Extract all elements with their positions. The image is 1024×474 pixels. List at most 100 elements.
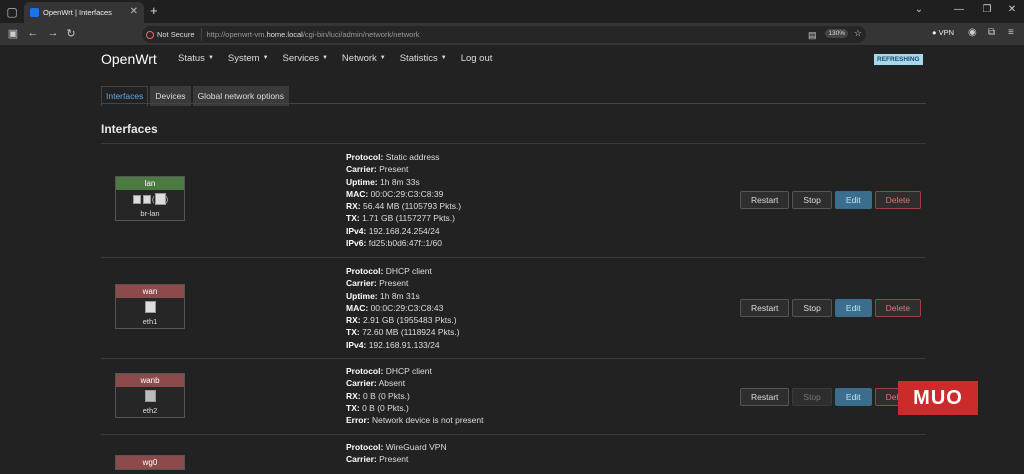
interface-row-wanb: wanb eth2 Protocol: DHCP client Carrier:… (101, 358, 926, 434)
interface-details: Protocol: DHCP client Carrier: Present U… (346, 265, 460, 351)
label-rx: RX: (346, 315, 361, 326)
menu-icon[interactable]: ≡ (1008, 27, 1014, 38)
value-rx: 56.44 MB (1105793 Pkts.) (363, 201, 462, 212)
tab-divider (101, 103, 926, 104)
menu-statistics[interactable]: Statistics ▼ (400, 53, 447, 64)
restart-button[interactable]: Restart (740, 388, 790, 406)
delete-button[interactable]: Delete (874, 299, 922, 317)
interface-row-lan: lan () br-lan Protocol: Static address C… (101, 143, 926, 257)
value-protocol: WireGuard VPN (385, 442, 447, 452)
label-mac: MAC: (346, 302, 369, 313)
brand-logo[interactable]: OpenWrt (101, 51, 157, 67)
stop-button[interactable]: Stop (792, 388, 832, 406)
refreshing-badge[interactable]: REFRESHING (874, 54, 923, 65)
security-label: Not Secure (157, 30, 195, 39)
value-rx: 2.91 GB (1955483 Pkts.) (363, 315, 457, 326)
caret-down-icon: ▼ (379, 55, 386, 62)
interface-actions: Restart Stop Edit Delete (740, 388, 924, 406)
ethernet-port-icon (116, 298, 184, 316)
delete-button[interactable]: Delete (874, 191, 922, 209)
reload-icon[interactable]: ↻ (64, 27, 78, 40)
caret-down-icon: ▼ (440, 55, 447, 62)
caret-down-icon: ▼ (262, 55, 269, 62)
interface-badge[interactable]: lan () br-lan (115, 176, 185, 221)
value-tx: 72.60 MB (1118924 Pkts.) (362, 327, 460, 338)
label-ipv4: IPv4: (346, 225, 367, 236)
port-icon (142, 194, 151, 204)
label-error: Error: (346, 415, 370, 426)
restore-icon[interactable]: ❐ (978, 4, 996, 15)
caret-down-icon: ▼ (321, 55, 328, 62)
interface-badge[interactable]: wan eth1 (115, 284, 185, 329)
muo-watermark-logo: MUO (898, 381, 978, 415)
value-protocol: DHCP client (385, 266, 432, 276)
address-bar[interactable]: Not Secure http://openwrt-vm.home.local/… (142, 26, 866, 43)
value-ipv6: fd25:b0d6:47f::1/60 (368, 238, 442, 249)
close-tab-icon[interactable]: ✕ (130, 6, 138, 17)
label-rx: RX: (346, 201, 361, 212)
tab-actions-icon[interactable]: ▢ (4, 4, 20, 20)
openwrt-page: OpenWrt Status ▼ System ▼ Services ▼ Networ… (0, 45, 1024, 470)
label-tx: TX: (346, 327, 360, 338)
value-error: Network device is not present (372, 415, 484, 426)
edit-button[interactable]: Edit (834, 388, 872, 406)
security-indicator[interactable]: Not Secure (142, 28, 202, 41)
menu-label: Services (282, 53, 319, 64)
openwrt-favicon-icon (30, 8, 39, 17)
port-icon (144, 390, 156, 402)
stop-button[interactable]: Stop (792, 299, 832, 317)
vpn-button[interactable]: ● VPN (932, 28, 954, 37)
forward-icon[interactable]: → (46, 27, 60, 39)
interface-badge[interactable]: wanb eth2 (115, 373, 185, 418)
caret-down-icon: ▼ (207, 55, 214, 62)
profile-icon[interactable]: ◉ (968, 27, 977, 38)
value-protocol: DHCP client (385, 366, 432, 376)
menu-status[interactable]: Status ▼ (178, 53, 214, 64)
interface-details: Protocol: WireGuard VPN Carrier: Present (346, 441, 447, 466)
label-ipv6: IPv6: (346, 238, 367, 249)
label-tx: TX: (346, 402, 360, 413)
extensions-icon[interactable]: ⧉ (988, 27, 995, 38)
interface-badge[interactable]: wg0 (115, 455, 185, 470)
menu-label: System (227, 53, 260, 64)
interface-name: wanb (116, 374, 184, 387)
port-icon (132, 194, 141, 204)
restart-button[interactable]: Restart (740, 191, 790, 209)
device-name: eth2 (142, 406, 158, 415)
menu-label: Status (178, 53, 205, 64)
edit-button[interactable]: Edit (834, 191, 872, 209)
interface-name: wan (116, 285, 184, 298)
bookmark-star-icon[interactable]: ☆ (854, 28, 862, 39)
interface-row-wan: wan eth1 Protocol: DHCP client Carrier: … (101, 257, 926, 358)
label-tx: TX: (346, 213, 360, 224)
new-tab-button[interactable]: + (150, 3, 158, 18)
menu-system[interactable]: System ▼ (228, 53, 269, 64)
minimize-icon[interactable]: — (950, 4, 968, 15)
label-protocol: Protocol: (346, 152, 384, 162)
label-uptime: Uptime: (346, 176, 378, 187)
close-window-icon[interactable]: ✕ (1003, 4, 1021, 15)
menu-label: Network (341, 53, 377, 64)
device-name: eth1 (142, 317, 158, 326)
interface-actions: Restart Stop Edit Delete (740, 191, 924, 209)
label-protocol: Protocol: (346, 366, 384, 376)
section-title: Interfaces (101, 122, 158, 136)
url-prefix: http://openwrt-vm. (206, 30, 267, 39)
main-menu: Status ▼ System ▼ Services ▼ Network ▼ Stati… (178, 53, 506, 64)
stop-button[interactable]: Stop (792, 191, 832, 209)
reader-mode-icon[interactable]: ▤ (808, 30, 817, 41)
interface-name: wg0 (116, 456, 184, 469)
sidebar-icon[interactable]: ▣ (6, 27, 20, 40)
back-icon[interactable]: ← (26, 27, 40, 39)
browser-tab-bar: ▢ OpenWrt | Interfaces ✕ + ⌄ — ❐ ✕ (0, 0, 1024, 23)
restart-button[interactable]: Restart (740, 299, 790, 317)
menu-services[interactable]: Services ▼ (283, 53, 328, 64)
zoom-level[interactable]: 130% (825, 29, 848, 38)
url-text[interactable]: http://openwrt-vm.home.local/cgi-bin/luc… (202, 30, 420, 39)
menu-logout[interactable]: Log out (461, 53, 493, 64)
browser-tab[interactable]: OpenWrt | Interfaces ✕ (24, 2, 144, 23)
edit-button[interactable]: Edit (834, 299, 872, 317)
label-carrier: Carrier: (346, 454, 377, 465)
chevron-down-icon[interactable]: ⌄ (910, 4, 928, 15)
menu-network[interactable]: Network ▼ (342, 53, 386, 64)
